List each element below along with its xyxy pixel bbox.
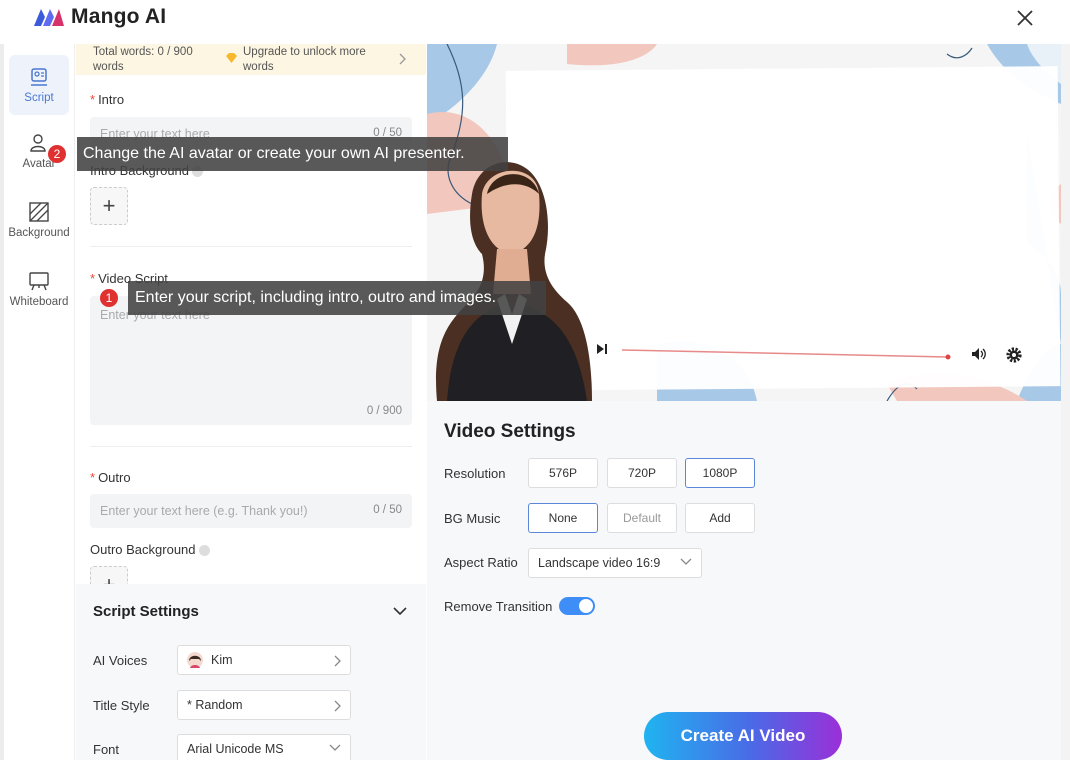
tooltip-step-badge: 2	[48, 145, 66, 163]
aspect-ratio-label: Aspect Ratio	[444, 555, 518, 570]
player-controls	[587, 334, 1047, 374]
bg-music-add-button[interactable]: Add	[685, 503, 755, 533]
bg-music-none-button[interactable]: None	[528, 503, 598, 533]
outro-label: * Outro	[90, 470, 131, 485]
remove-transition-label: Remove Transition	[444, 599, 553, 614]
font-select[interactable]: Arial Unicode MS	[177, 734, 351, 760]
close-button[interactable]	[1014, 7, 1036, 29]
title-style-label: Title Style	[93, 698, 150, 713]
progress-track[interactable]	[622, 348, 952, 360]
sidebar-item-label: Script	[24, 92, 54, 104]
video-settings-panel: Video Settings Resolution 576P 720P 1080…	[427, 401, 1061, 760]
remove-transition-toggle[interactable]	[559, 597, 595, 615]
mango-logo-icon	[34, 9, 64, 26]
resolution-720p-button[interactable]: 720P	[607, 458, 677, 488]
frame-edge-right	[1061, 44, 1070, 760]
whiteboard-icon	[29, 272, 49, 291]
upgrade-link[interactable]: Upgrade to unlock more words	[243, 45, 383, 75]
script-icon	[31, 68, 47, 86]
sidebar-item-label: Whiteboard	[9, 296, 69, 308]
next-frame-icon[interactable]	[596, 343, 608, 355]
chevron-right-icon	[334, 700, 341, 712]
volume-icon[interactable]	[971, 347, 987, 361]
sidebar-item-whiteboard[interactable]: Whiteboard	[9, 259, 69, 319]
add-outro-background-button[interactable]: +	[90, 566, 128, 584]
ai-voices-value: Kim	[211, 653, 233, 667]
create-ai-video-button[interactable]: Create AI Video	[644, 712, 842, 760]
app-name: Mango AI	[71, 5, 167, 28]
outro-placeholder: Enter your text here (e.g. Thank you!)	[100, 504, 308, 518]
ai-voices-label: AI Voices	[93, 653, 148, 668]
divider	[90, 446, 412, 447]
outro-background-label: Outro Background	[90, 542, 210, 557]
voice-avatar-icon	[187, 652, 203, 668]
aspect-ratio-value: Landscape video 16:9	[538, 556, 661, 570]
background-icon	[29, 202, 49, 222]
aspect-ratio-select[interactable]: Landscape video 16:9	[528, 548, 702, 578]
script-settings-title: Script Settings	[93, 603, 199, 620]
chevron-right-icon[interactable]	[398, 53, 406, 65]
resolution-label: Resolution	[444, 466, 506, 481]
help-icon	[198, 545, 210, 557]
ai-voices-select[interactable]: Kim	[177, 645, 351, 675]
title-style-value: * Random	[187, 698, 243, 712]
add-intro-background-button[interactable]: +	[90, 187, 128, 225]
chevron-down-icon	[680, 558, 692, 565]
tooltip-text: Enter your script, including intro, outr…	[135, 289, 497, 306]
tooltip-step-badge: 1	[100, 289, 118, 307]
resolution-1080p-button[interactable]: 1080P	[685, 458, 755, 488]
divider	[90, 246, 412, 247]
bg-music-label: BG Music	[444, 511, 501, 526]
sidebar-item-label: Background	[8, 227, 70, 239]
avatar-tooltip: Change the AI avatar or create your own …	[77, 137, 508, 171]
logo: Mango AI	[33, 5, 166, 29]
script-tooltip: Enter your script, including intro, outr…	[128, 281, 546, 315]
script-settings-panel: Script Settings AI Voices Kim Title Styl…	[76, 584, 426, 760]
font-value: Arial Unicode MS	[187, 742, 284, 756]
outro-counter: 0 / 50	[373, 504, 402, 516]
tooltip-text: Change the AI avatar or create your own …	[83, 145, 465, 162]
intro-label: * Intro	[90, 92, 125, 107]
app-window: Mango AI Script Avatar Background Whiteb…	[0, 0, 1070, 760]
resolution-576p-button[interactable]: 576P	[528, 458, 598, 488]
sidebar-item-background[interactable]: Background	[8, 190, 70, 250]
total-words-text: Total words: 0 / 900 words	[93, 46, 193, 73]
diamond-icon	[226, 53, 237, 63]
video-script-input[interactable]: Enter your text here 0 / 900	[90, 296, 412, 425]
video-settings-title: Video Settings	[444, 421, 576, 442]
gear-icon[interactable]	[1005, 346, 1023, 364]
font-label: Font	[93, 742, 120, 757]
title-style-select[interactable]: * Random	[177, 690, 351, 720]
header: Mango AI	[0, 0, 1070, 44]
video-script-counter: 0 / 900	[366, 405, 402, 417]
chevron-right-icon	[334, 655, 341, 667]
word-count-bar: Total words: 0 / 900 words Upgrade to un…	[76, 44, 426, 75]
video-preview	[427, 44, 1061, 401]
close-icon	[1017, 10, 1033, 26]
chevron-down-icon[interactable]	[393, 606, 407, 616]
outro-input[interactable]: Enter your text here (e.g. Thank you!) 0…	[90, 494, 412, 528]
chevron-down-icon	[329, 744, 341, 751]
sidebar-item-script[interactable]: Script	[9, 55, 69, 115]
bg-music-default-button[interactable]: Default	[607, 503, 677, 533]
avatar-icon	[30, 134, 46, 152]
